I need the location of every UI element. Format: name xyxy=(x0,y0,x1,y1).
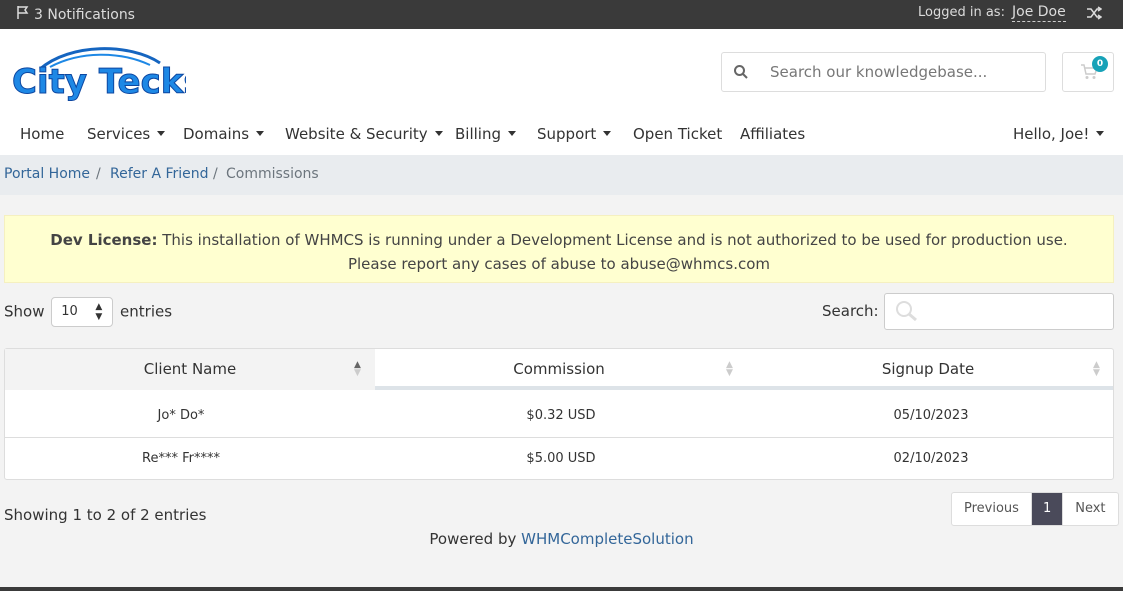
knowledgebase-search[interactable] xyxy=(721,52,1046,92)
breadcrumb-separator: / xyxy=(213,166,218,182)
flag-icon xyxy=(16,5,31,24)
column-label: Commission xyxy=(513,360,605,378)
site-logo[interactable]: City Tecks xyxy=(10,45,204,105)
sort-icon: ▲ ▼ xyxy=(354,360,361,378)
nav-account-menu[interactable]: Hello, Joe! xyxy=(1013,125,1105,143)
pagination-next[interactable]: Next xyxy=(1062,493,1117,525)
powered-by-label: Powered by xyxy=(429,530,517,548)
caret-down-icon xyxy=(508,131,516,136)
caret-down-icon xyxy=(256,131,265,136)
cell-signup-date: 02/10/2023 xyxy=(893,451,969,466)
page-size-value: 10 xyxy=(61,304,78,319)
cart-count-badge: 0 xyxy=(1092,56,1108,72)
knowledgebase-search-input[interactable] xyxy=(770,59,1035,85)
breadcrumb: Portal Home / Refer A Friend / Commissio… xyxy=(0,155,1123,195)
breadcrumb-separator: / xyxy=(96,166,101,182)
table-search-input[interactable] xyxy=(884,293,1114,330)
pagination-page-1[interactable]: 1 xyxy=(1030,493,1063,525)
cart-button[interactable]: 0 xyxy=(1062,52,1114,92)
entries-label: entries xyxy=(120,302,173,321)
nav-home[interactable]: Home xyxy=(20,125,64,143)
page-size-control: Show 10 ▲ ▼ entries xyxy=(4,297,172,327)
notifications-label: 3 Notifications xyxy=(34,6,135,23)
cell-commission: $0.32 USD xyxy=(526,408,596,423)
column-header-client-name[interactable]: Client Name ▲ ▼ xyxy=(5,349,375,390)
bottom-bar xyxy=(0,587,1123,591)
nav-support[interactable]: Support xyxy=(537,125,612,143)
search-icon xyxy=(895,300,919,326)
column-label: Client Name xyxy=(143,360,237,378)
caret-down-icon xyxy=(1096,131,1105,136)
logo-text: City Tecks xyxy=(12,62,186,102)
user-name-link[interactable]: Joe Doe xyxy=(1012,4,1066,22)
nav-domains[interactable]: Domains xyxy=(183,125,265,143)
show-label: Show xyxy=(4,302,45,321)
commissions-table: Client Name ▲ ▼ Commission ▲ ▼ Signup Date… xyxy=(4,348,1114,480)
nav-billing-label: Billing xyxy=(455,125,501,143)
sort-icon: ▲ ▼ xyxy=(726,360,733,378)
alert-message: This installation of WHMCS is running un… xyxy=(162,231,1068,249)
alert-line-2: Please report any cases of abuse to abus… xyxy=(347,255,771,273)
column-header-signup-date[interactable]: Signup Date ▲ ▼ xyxy=(743,349,1113,390)
nav-billing[interactable]: Billing xyxy=(455,125,516,143)
search-icon xyxy=(733,64,749,84)
table-row: Jo* Do* $0.32 USD 05/10/2023 xyxy=(5,395,1113,437)
alert-title: Dev License: xyxy=(50,231,158,249)
table-row: Re*** Fr**** $5.00 USD 02/10/2023 xyxy=(5,437,1113,479)
main-nav: Home Services Domains Website & Security… xyxy=(0,125,1123,147)
column-label: Signup Date xyxy=(881,360,975,378)
caret-down-icon xyxy=(157,131,166,136)
pagination: Previous 1 Next xyxy=(951,492,1119,526)
nav-support-label: Support xyxy=(537,125,597,143)
breadcrumb-portal-home[interactable]: Portal Home xyxy=(4,166,90,182)
header: City Tecks 0 Home Services Domains Websi… xyxy=(0,29,1123,155)
nav-affiliates-label: Affiliates xyxy=(740,125,806,143)
select-arrows-icon: ▲ ▼ xyxy=(95,302,103,322)
powered-by-link[interactable]: WHMCompleteSolution xyxy=(521,530,693,548)
table-info: Showing 1 to 2 of 2 entries xyxy=(4,506,207,524)
nav-open-ticket[interactable]: Open Ticket xyxy=(633,125,722,143)
breadcrumb-commissions: Commissions xyxy=(226,166,319,182)
column-header-commission[interactable]: Commission ▲ ▼ xyxy=(375,349,743,390)
nav-open-ticket-label: Open Ticket xyxy=(633,125,723,143)
page-size-select[interactable]: 10 ▲ ▼ xyxy=(51,297,114,327)
nav-services-label: Services xyxy=(87,125,151,143)
breadcrumb-refer-a-friend[interactable]: Refer A Friend xyxy=(110,166,209,182)
notifications-link[interactable]: 3 Notifications xyxy=(16,5,135,24)
powered-by: Powered by WHMCompleteSolution xyxy=(0,530,1123,548)
pagination-previous[interactable]: Previous xyxy=(952,493,1031,525)
nav-account-label: Hello, Joe! xyxy=(1013,125,1090,143)
table-search-label: Search: xyxy=(822,302,879,320)
nav-website-security[interactable]: Website & Security xyxy=(285,125,443,143)
caret-down-icon xyxy=(603,131,612,136)
table-header: Client Name ▲ ▼ Commission ▲ ▼ Signup Date… xyxy=(5,349,1113,390)
nav-home-label: Home xyxy=(20,125,65,143)
caret-down-icon xyxy=(434,131,443,136)
cell-commission: $5.00 USD xyxy=(526,451,596,466)
sort-icon: ▲ ▼ xyxy=(1093,360,1100,378)
cell-signup-date: 05/10/2023 xyxy=(893,408,969,423)
top-bar: 3 Notifications Logged in as: Joe Doe xyxy=(0,0,1123,29)
nav-website-security-label: Website & Security xyxy=(285,125,428,143)
nav-domains-label: Domains xyxy=(183,125,250,143)
alert-line-1: Dev License: This installation of WHMCS … xyxy=(5,228,1113,252)
nav-affiliates[interactable]: Affiliates xyxy=(740,125,805,143)
nav-services[interactable]: Services xyxy=(87,125,166,143)
cell-client-name: Jo* Do* xyxy=(157,408,205,423)
cell-client-name: Re*** Fr**** xyxy=(142,451,220,466)
logged-in-label: Logged in as: xyxy=(918,5,1005,20)
dev-license-alert: Dev License: This installation of WHMCS … xyxy=(4,215,1114,283)
shuffle-icon[interactable] xyxy=(1086,5,1103,25)
